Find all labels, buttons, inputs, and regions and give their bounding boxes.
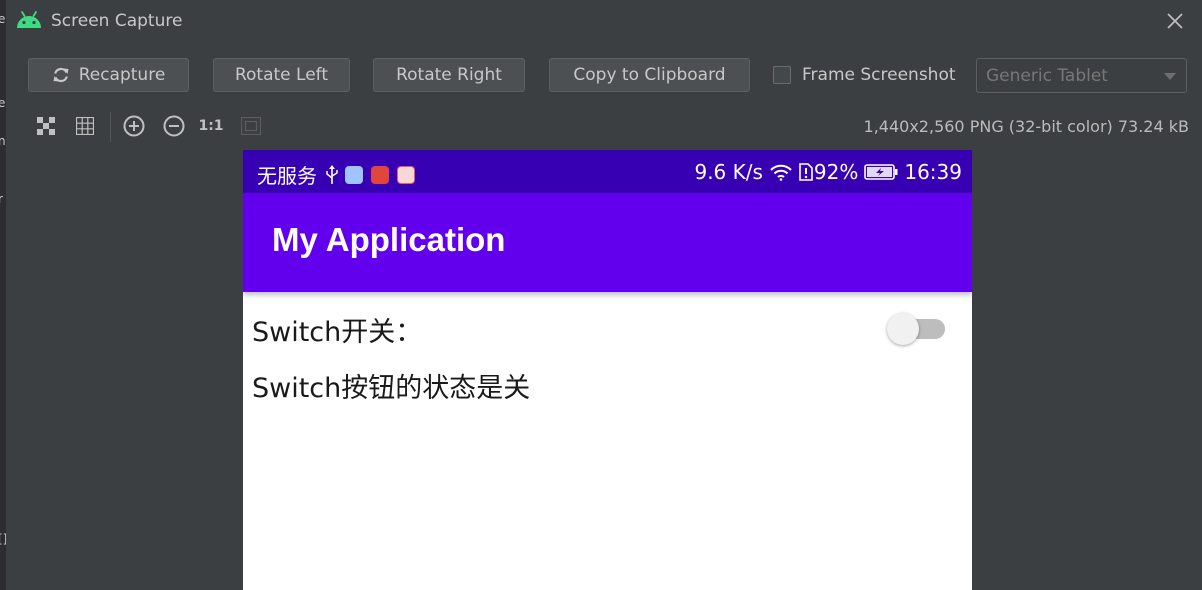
zoom-in-icon (123, 115, 145, 137)
device-frame-select[interactable]: Generic Tablet (976, 58, 1187, 93)
actual-size-button[interactable]: 1:1 (198, 114, 224, 138)
app-notification-icon (397, 165, 415, 184)
switch-label: Switch开关： (252, 317, 423, 348)
switch-toggle[interactable] (887, 313, 945, 345)
android-status-bar: 无服务 9.6 K/s 92% 16:39 (243, 150, 972, 193)
chevron-down-icon (1164, 73, 1176, 80)
checkerboard-toggle[interactable] (34, 114, 58, 138)
rotate-left-button[interactable]: Rotate Left (213, 58, 350, 92)
toolbar-divider (110, 112, 111, 142)
left-strip-glyph: e (0, 12, 6, 26)
frame-screenshot-label: Frame Screenshot (802, 65, 956, 85)
rotate-left-label: Rotate Left (234, 65, 329, 85)
battery-icon (864, 164, 898, 180)
checkerboard-icon (37, 117, 55, 135)
rotate-right-label: Rotate Right (396, 65, 502, 85)
left-strip-glyph: e (0, 96, 6, 110)
carrier-text: 无服务 (257, 164, 317, 188)
battery-percent: 92% (813, 160, 859, 184)
window-title: Screen Capture (51, 11, 183, 31)
copy-to-clipboard-label: Copy to Clipboard (573, 65, 726, 85)
switch-status-text: Switch按钮的状态是关 (252, 373, 531, 404)
android-icon (17, 11, 41, 28)
checkbox-box[interactable] (773, 66, 791, 84)
alert-icon (799, 163, 813, 181)
grid-icon (76, 117, 94, 135)
grid-toggle[interactable] (73, 114, 97, 138)
close-icon[interactable] (1164, 10, 1186, 32)
copy-to-clipboard-button[interactable]: Copy to Clipboard (549, 58, 750, 92)
recapture-label: Recapture (78, 65, 166, 85)
left-strip-glyph: r (0, 192, 3, 206)
wifi-icon (770, 164, 792, 181)
status-bar-right: 9.6 K/s 92% 16:39 (688, 160, 962, 184)
screenshot-preview: 无服务 9.6 K/s 92% 16:39 My Application Swi… (243, 150, 972, 590)
recapture-button[interactable]: Recapture (28, 58, 189, 92)
actual-size-label: 1:1 (198, 118, 224, 134)
app-notification-icon (345, 165, 363, 184)
title-bar: Screen Capture (6, 0, 1202, 42)
frame-screenshot-checkbox[interactable]: Frame Screenshot (773, 65, 956, 85)
usb-icon (326, 164, 338, 184)
zoom-out-icon (163, 115, 185, 137)
switch-thumb (887, 313, 919, 345)
device-frame-value: Generic Tablet (986, 65, 1108, 86)
clock: 16:39 (904, 160, 962, 184)
image-info-text: 1,440x2,560 PNG (32-bit color) 73.24 kB (863, 117, 1189, 136)
rotate-right-button[interactable]: Rotate Right (373, 58, 525, 92)
refresh-icon (53, 67, 69, 83)
fit-screen-button[interactable] (239, 114, 263, 138)
status-bar-left: 无服务 (257, 160, 423, 189)
network-speed: 9.6 K/s (694, 160, 763, 184)
fit-screen-icon (241, 117, 261, 135)
app-title: My Application (272, 221, 506, 258)
zoom-out-button[interactable] (162, 114, 186, 138)
app-toolbar: My Application (243, 193, 972, 292)
zoom-in-button[interactable] (122, 114, 146, 138)
app-notification-icon (371, 165, 389, 184)
screen-capture-dialog: Screen Capture Recapture Rotate Left Rot… (6, 0, 1202, 590)
